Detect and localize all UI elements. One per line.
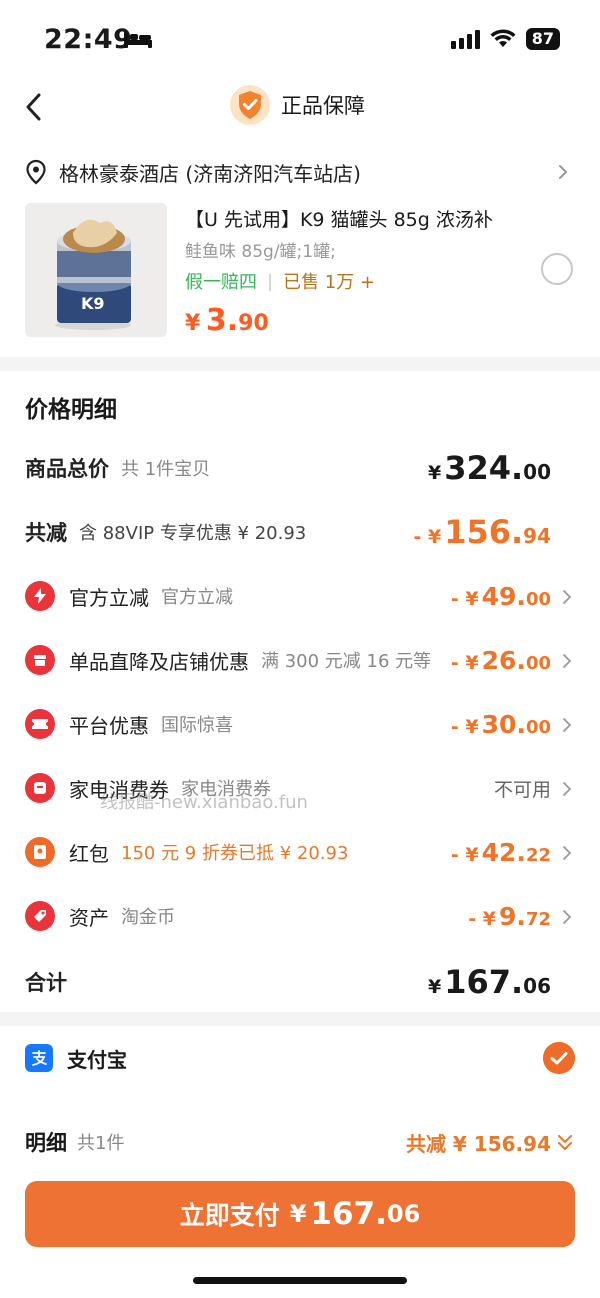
total-price-amount: ¥324. 00 (427, 449, 551, 487)
product-title: 【U 先试用】K9 猫罐头 85g 浓汤补 (185, 209, 493, 231)
summary-count: 共1件 (77, 1133, 125, 1154)
chevron-right-icon (563, 782, 572, 796)
status-bar: 22:49 87 (0, 0, 600, 78)
reduction-vip-note: 含 88VIP 专享优惠 ¥ 20.93 (79, 523, 307, 544)
header: 正品保障 (0, 78, 600, 136)
pay-button-label: 立即支付 (179, 1201, 280, 1230)
discount-amount: - ¥26. 00 (450, 645, 551, 675)
watermark: 线报酷-new.xianbao.fun (100, 792, 308, 813)
payment-method-alipay[interactable]: 支付宝 (25, 1038, 575, 1078)
discount-row-assets[interactable]: 资产 淘金币 - ¥9. 72 (25, 896, 575, 936)
grand-total-label: 合计 (25, 971, 67, 995)
total-item-count: 共 1件宝贝 (121, 459, 211, 480)
payment-method-label: 支付宝 (67, 1047, 127, 1072)
discount-row-official[interactable]: 官方立减 官方立减 - ¥49. 00 (25, 576, 575, 616)
chevron-right-icon (563, 718, 572, 732)
store-icon (25, 645, 55, 675)
store-name: 格林豪泰酒店 (济南济阳汽车站店) (59, 161, 361, 186)
section-divider (0, 1012, 600, 1026)
summary-discount: 共减 ¥ 156.94 (405, 1131, 551, 1156)
ticket-icon (25, 709, 55, 739)
wifi-icon (490, 29, 516, 47)
chevron-right-icon (563, 846, 572, 860)
red-packet-icon (25, 837, 55, 867)
product-spec: 鲑鱼味 85g/罐;1罐; (185, 242, 336, 262)
coupon-icon (25, 773, 55, 803)
lightning-icon (25, 581, 55, 611)
shield-check-icon (230, 85, 270, 125)
home-indicator[interactable] (193, 1277, 407, 1284)
summary-label: 明细 (25, 1131, 67, 1155)
product-card[interactable]: K9 【U 先试用】K9 猫罐头 85g 浓汤补 鲑鱼味 85g/罐;1罐; 假… (25, 203, 575, 338)
unavailable-status: 不可用 (493, 778, 551, 801)
grand-total-amount: ¥167. 06 (427, 963, 551, 1001)
chevron-right-icon (563, 654, 572, 668)
pay-now-button[interactable]: 立即支付 ¥167. 06 (25, 1181, 575, 1247)
grand-total-row: 合计 ¥167. 06 (25, 962, 575, 1002)
price-details-title: 价格明细 (25, 397, 117, 423)
discount-row-store[interactable]: 单品直降及店铺优惠 满 300 元减 16 元等 - ¥26. 00 (25, 640, 575, 680)
discount-amount: - ¥49. 00 (450, 581, 551, 611)
sleep-mode-icon (124, 32, 152, 48)
status-indicators: 87 (450, 28, 560, 50)
discount-amount: - ¥30. 00 (450, 709, 551, 739)
section-divider (0, 357, 600, 371)
product-select-radio[interactable] (541, 253, 573, 285)
selected-check-icon[interactable] (543, 1042, 575, 1074)
chevron-right-icon (563, 910, 572, 924)
chevron-right-icon (559, 165, 568, 179)
location-pin-icon (26, 159, 46, 185)
store-row[interactable]: 格林豪泰酒店 (济南济阳汽车站店) (25, 155, 575, 189)
discount-amount: - ¥9. 72 (468, 901, 551, 931)
back-icon[interactable] (20, 90, 48, 124)
alipay-icon (25, 1044, 53, 1072)
guarantee-tag: 假一赔四 (185, 272, 257, 293)
discount-row-platform[interactable]: 平台优惠 国际惊喜 - ¥30. 00 (25, 704, 575, 744)
svg-text:K9: K9 (81, 294, 105, 313)
status-time: 22:49 (44, 24, 133, 55)
reduction-amount: - ¥156. 94 (413, 513, 551, 551)
battery-indicator: 87 (525, 28, 560, 50)
product-price: ¥ 3.90 (185, 303, 269, 338)
total-price-label: 商品总价 (25, 457, 109, 481)
discount-amount: - ¥42. 22 (450, 837, 551, 867)
discount-row-red-packet[interactable]: 红包 150 元 9 折券已抵 ¥ 20.93 - ¥42. 22 (25, 832, 575, 872)
header-title: 正品保障 (281, 94, 365, 118)
double-chevron-down-icon (558, 1135, 572, 1150)
cellular-signal-icon (450, 29, 480, 49)
product-tags: 假一赔四 | 已售 1万 + (185, 268, 375, 294)
authenticity-guarantee[interactable]: 正品保障 (229, 84, 365, 126)
sold-count: 已售 1万 + (283, 272, 376, 293)
tag-divider: | (267, 270, 274, 292)
total-price-row: 商品总价 共 1件宝贝 ¥324. 00 (25, 448, 575, 488)
product-image: K9 (25, 203, 167, 337)
order-summary-row[interactable]: 明细 共1件 共减 ¥ 156.94 (25, 1124, 575, 1160)
total-reduction-row: 共减 含 88VIP 专享优惠 ¥ 20.93 - ¥156. 94 (25, 512, 575, 552)
reduction-label: 共减 (25, 521, 67, 545)
chevron-right-icon (563, 590, 572, 604)
tag-icon (25, 901, 55, 931)
